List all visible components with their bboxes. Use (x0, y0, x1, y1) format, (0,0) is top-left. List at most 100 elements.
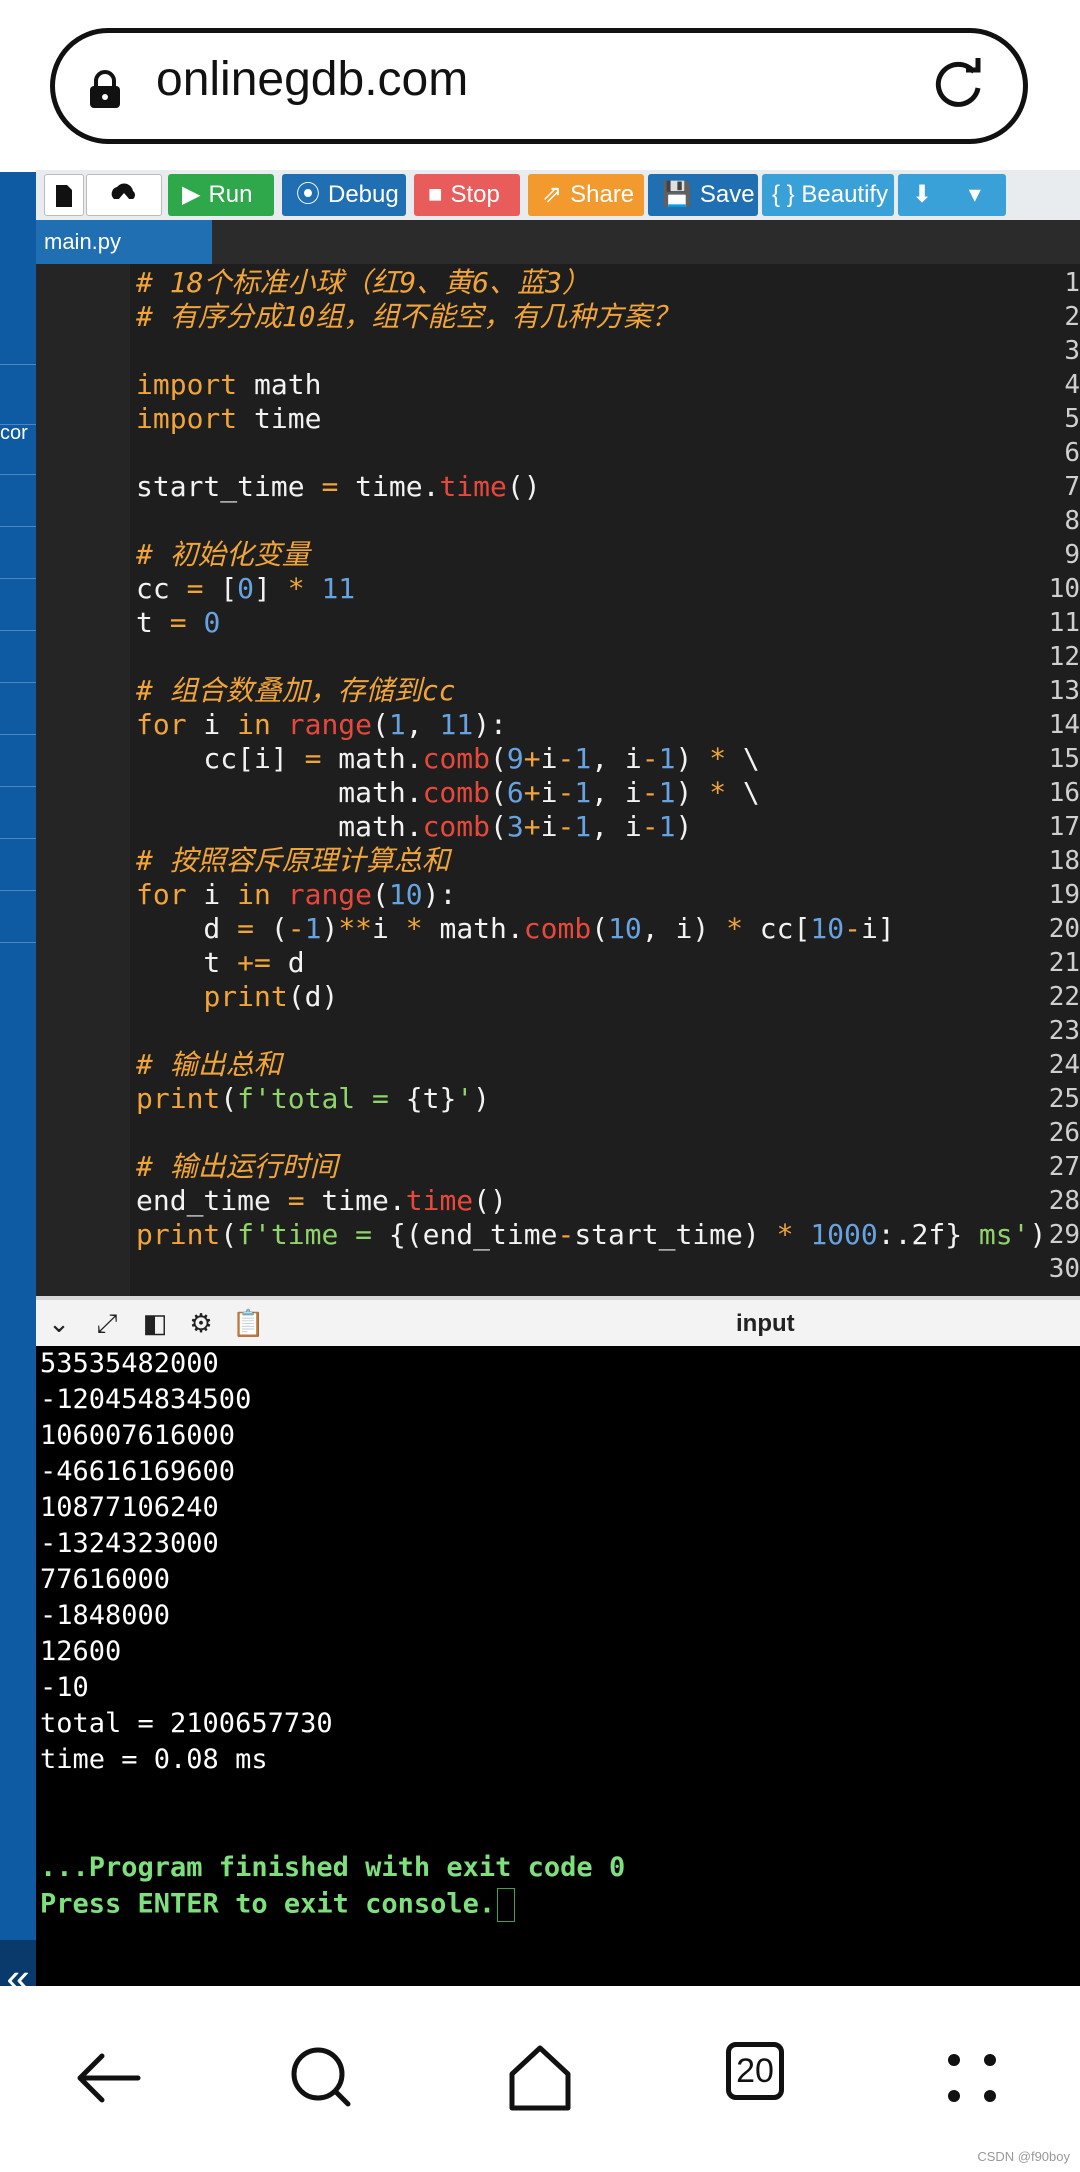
output-line: 106007616000 (40, 1420, 236, 1451)
back-icon[interactable] (68, 2038, 148, 2118)
line-number: 18 (1048, 846, 1080, 876)
line-number: 6 (1064, 438, 1080, 468)
chevron-down-icon[interactable]: ⌄ (44, 1308, 74, 1338)
line-number: 9 (1064, 540, 1080, 570)
code-line: cc[i] = math.comb(9+i-1, i-1) * \ (136, 742, 760, 775)
sidebar-item[interactable] (0, 786, 36, 839)
sidebar-item[interactable] (0, 682, 36, 735)
share-icon: ⇗ (542, 181, 563, 208)
run-button[interactable]: ▶ Run (168, 174, 274, 216)
line-number: 10 (1048, 574, 1080, 604)
sidebar-item[interactable] (0, 734, 36, 787)
line-number: 11 (1048, 608, 1080, 638)
console-output[interactable]: 53535482000 -120454834500 106007616000 -… (36, 1346, 1080, 1986)
sidebar-item[interactable] (0, 372, 36, 425)
debug-icon: ⦿ (296, 181, 320, 208)
upload-button[interactable] (86, 174, 162, 216)
search-icon[interactable] (282, 2038, 362, 2118)
code-line: # 输出运行时间 (136, 1150, 338, 1183)
line-number: 27 (1048, 1152, 1080, 1182)
share-button[interactable]: ⇗ Share (528, 174, 644, 216)
system-nav-bar: CSDN @f90boy (0, 1986, 1080, 2172)
url-text[interactable]: onlinegdb.com (156, 52, 468, 107)
console-cursor[interactable] (497, 1888, 516, 1922)
watermark: CSDN @f90boy (977, 2149, 1070, 2164)
sidebar-item[interactable] (0, 838, 36, 891)
code-line: # 组合数叠加，存储到cc (136, 674, 456, 707)
press-enter-message: Press ENTER to exit console. (40, 1888, 516, 1922)
tab-main-py[interactable]: main.py (36, 220, 212, 264)
output-line: 12600 (40, 1636, 122, 1667)
expand-icon[interactable]: ⤢ (92, 1308, 122, 1338)
code-line: print(f'total = {t}') (136, 1082, 491, 1115)
line-number: 14 (1048, 710, 1080, 740)
line-number: 30 (1048, 1254, 1080, 1284)
output-line: -120454834500 (40, 1384, 252, 1415)
sidebar-item[interactable] (0, 630, 36, 683)
code-line: end_time = time.time() (136, 1184, 507, 1217)
code-line: d = (-1)**i * math.comb(10, i) * cc[10-i… (136, 912, 895, 945)
code-line: # 有序分成10组，组不能空，有几种方案？ (136, 300, 680, 333)
download-icon: ⬇ (912, 181, 933, 208)
toolbar: ▶ Run ⦿ Debug ■ Stop ⇗ Share 💾 Save { } Beaut… (36, 170, 1080, 220)
console-input-label[interactable]: input (736, 1310, 795, 1338)
more-icon[interactable] (932, 2038, 1012, 2118)
code-editor[interactable]: 1 # 18个标准小球（红9、黄6、蓝3） 2 # 有序分成10组，组不能空，有几种… (36, 264, 1080, 1296)
output-line: -46616169600 (40, 1456, 236, 1487)
output-line: -1848000 (40, 1600, 171, 1631)
tab-switcher-button[interactable]: 20 (726, 2042, 784, 2100)
stop-icon: ■ (428, 181, 443, 208)
line-number: 12 (1048, 642, 1080, 672)
debug-button[interactable]: ⦿ Debug (282, 174, 406, 216)
save-icon: 💾 (662, 181, 692, 208)
line-number: 13 (1048, 676, 1080, 706)
sidebar-item[interactable] (0, 526, 36, 579)
line-number: 8 (1064, 506, 1080, 536)
line-number: 1 (1064, 268, 1080, 298)
new-file-button[interactable] (44, 174, 84, 216)
line-number: 25 (1048, 1084, 1080, 1114)
lock-icon (90, 70, 120, 108)
code-line: print(f'time = {(end_time-start_time) * … (136, 1218, 1047, 1251)
line-number: 22 (1048, 982, 1080, 1012)
sidebar-item[interactable] (0, 422, 36, 475)
output-line: -10 (40, 1672, 89, 1703)
layout-icon[interactable]: ◧ (140, 1308, 170, 1338)
line-number: 4 (1064, 370, 1080, 400)
reload-icon[interactable] (930, 58, 986, 114)
sidebar-item[interactable] (0, 578, 36, 631)
clipboard-icon[interactable]: 📋 (232, 1308, 264, 1338)
line-number: 16 (1048, 778, 1080, 808)
output-line: 10877106240 (40, 1492, 219, 1523)
stop-button[interactable]: ■ Stop (414, 174, 520, 216)
upload-icon (111, 183, 135, 207)
code-line: # 初始化变量 (136, 538, 310, 571)
code-line: print(d) (203, 980, 339, 1013)
sidebar-item[interactable] (0, 890, 36, 943)
browser-address-area: onlinegdb.com (0, 0, 1080, 170)
output-line: total = 2100657730 (40, 1708, 333, 1739)
sidebar-item[interactable] (0, 474, 36, 527)
line-number: 17 (1048, 812, 1080, 842)
home-icon[interactable] (500, 2038, 580, 2118)
download-dropdown[interactable]: ⬇ ▾ (898, 174, 1006, 216)
line-number: 19 (1048, 880, 1080, 910)
save-button[interactable]: 💾 Save (648, 174, 758, 216)
output-line: 77616000 (40, 1564, 171, 1595)
gear-icon[interactable]: ⚙ (186, 1308, 216, 1338)
file-icon (56, 185, 72, 207)
line-number: 28 (1048, 1186, 1080, 1216)
file-tab-bar: main.py (36, 220, 1080, 264)
chevron-down-icon: ▾ (968, 181, 981, 208)
line-number: 20 (1048, 914, 1080, 944)
line-number: 21 (1048, 948, 1080, 978)
play-icon: ▶ (182, 181, 201, 208)
line-number: 2 (1064, 302, 1080, 332)
line-number: 5 (1064, 404, 1080, 434)
beautify-button[interactable]: { } Beautify (762, 174, 894, 216)
line-number: 3 (1064, 336, 1080, 366)
code-line: # 按照容斥原理计算总和 (136, 844, 450, 877)
code-line: t += d (136, 946, 305, 979)
sidebar-item[interactable] (0, 312, 36, 365)
exit-message: ...Program finished with exit code 0 (40, 1852, 626, 1883)
